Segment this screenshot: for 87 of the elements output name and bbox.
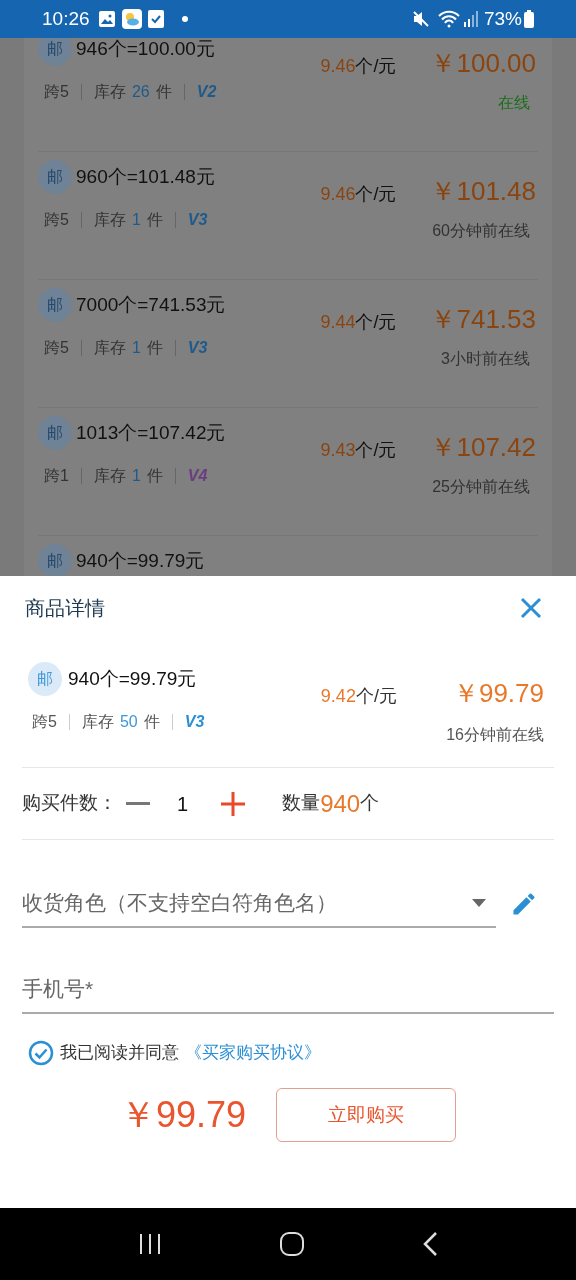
listing-title: 7000个=741.53元 <box>76 292 226 317</box>
cross-label: 跨5 <box>44 210 69 230</box>
stock-unit: 件 <box>146 338 163 358</box>
version-tag: V3 <box>187 208 208 232</box>
sheet-title: 商品详情 <box>25 596 105 621</box>
online-status: 16分钟前在线 <box>446 725 544 745</box>
signal-icon <box>463 11 478 27</box>
agreement-checkbox[interactable] <box>28 1040 54 1066</box>
rate-value: 9.46 <box>320 183 356 206</box>
online-status: 在线 <box>498 93 530 113</box>
cross-label: 跨5 <box>44 82 69 102</box>
postal-badge: 邮 <box>28 662 62 696</box>
rate-unit: 个/元 <box>355 183 397 206</box>
amount-value: 940 <box>320 788 361 819</box>
listing-price: ￥100.00 <box>430 47 536 80</box>
product-price: ￥99.79 <box>452 677 544 710</box>
listing-price: ￥107.42 <box>430 431 536 464</box>
listing-title: 1013个=107.42元 <box>76 420 226 445</box>
online-status: 60分钟前在线 <box>432 221 530 241</box>
buy-now-button[interactable]: 立即购买 <box>276 1088 457 1142</box>
weather-icon <box>121 9 142 29</box>
wifi-icon <box>437 10 460 28</box>
rate-unit: 个/元 <box>355 311 397 334</box>
postal-badge: 邮 <box>38 38 72 66</box>
amount-unit: 个 <box>360 791 380 816</box>
stock-count: 50 <box>119 712 138 732</box>
stock-unit: 件 <box>146 210 163 230</box>
phone-input[interactable]: 手机号* <box>22 966 554 1014</box>
rate-value: 9.44 <box>320 311 356 334</box>
mute-icon <box>411 10 430 28</box>
version-tag: V2 <box>196 80 217 104</box>
cross-label: 跨5 <box>44 338 69 358</box>
amount-label: 数量 <box>282 791 321 816</box>
plus-icon <box>221 791 246 816</box>
stock-unit: 件 <box>143 712 160 732</box>
stock-label: 库存 <box>93 210 126 230</box>
recent-apps-icon[interactable] <box>138 1233 163 1255</box>
stock-count: 1 <box>131 338 141 358</box>
rate-value: 9.46 <box>320 55 356 78</box>
back-icon[interactable] <box>421 1231 438 1257</box>
home-icon[interactable] <box>279 1231 305 1257</box>
quantity-label: 购买件数： <box>22 791 117 816</box>
rate-unit: 个/元 <box>355 685 397 708</box>
role-input[interactable]: 收货角色（不支持空白符角色名） <box>22 887 472 919</box>
stock-label: 库存 <box>93 338 126 358</box>
battery-percent: 73% <box>483 6 522 31</box>
agreement-link[interactable]: 《买家购买协议》 <box>185 1040 321 1066</box>
image-icon <box>97 10 116 28</box>
stock-unit: 件 <box>155 82 172 102</box>
listing-price: ￥741.53 <box>430 303 536 336</box>
stock-label: 库存 <box>81 712 114 732</box>
rate-value: 9.42 <box>320 685 356 708</box>
rate-value: 9.43 <box>320 439 356 462</box>
battery-icon <box>524 10 534 28</box>
online-status: 3小时前在线 <box>441 349 530 369</box>
quantity-value: 1 <box>177 791 189 817</box>
stock-label: 库存 <box>93 466 126 486</box>
listing-price: ￥101.48 <box>430 175 536 208</box>
version-tag: V3 <box>187 336 208 360</box>
role-select[interactable]: 收货角色（不支持空白符角色名） <box>22 880 496 928</box>
rate-unit: 个/元 <box>355 55 397 78</box>
postal-badge: 邮 <box>38 288 72 322</box>
online-status: 25分钟前在线 <box>432 477 530 497</box>
listing-title: 946个=100.00元 <box>76 38 215 61</box>
postal-badge: 邮 <box>38 160 72 194</box>
postal-badge: 邮 <box>38 416 72 450</box>
cross-label: 跨1 <box>44 466 69 486</box>
stock-unit: 件 <box>146 466 163 486</box>
version-tag: V4 <box>187 464 208 488</box>
dropdown-caret-icon <box>472 899 486 907</box>
total-price: ￥99.79 <box>119 1093 247 1137</box>
checkbox-icon <box>147 10 164 28</box>
agreement-text: 我已阅读并同意 <box>60 1042 179 1065</box>
close-icon[interactable] <box>520 597 542 619</box>
status-time: 10:26 <box>42 6 90 31</box>
stock-count: 1 <box>131 210 141 230</box>
minus-icon <box>126 802 150 805</box>
stock-count: 26 <box>131 82 150 102</box>
rate-unit: 个/元 <box>355 439 397 462</box>
postal-badge: 邮 <box>38 544 72 576</box>
product-title: 940个=99.79元 <box>68 666 197 691</box>
stock-label: 库存 <box>93 82 126 102</box>
stock-count: 1 <box>131 466 141 486</box>
version-tag: V3 <box>184 710 205 734</box>
cross-label: 跨5 <box>32 712 57 732</box>
listing-title: 940个=99.79元 <box>76 548 205 573</box>
listing-title: 960个=101.48元 <box>76 164 215 189</box>
